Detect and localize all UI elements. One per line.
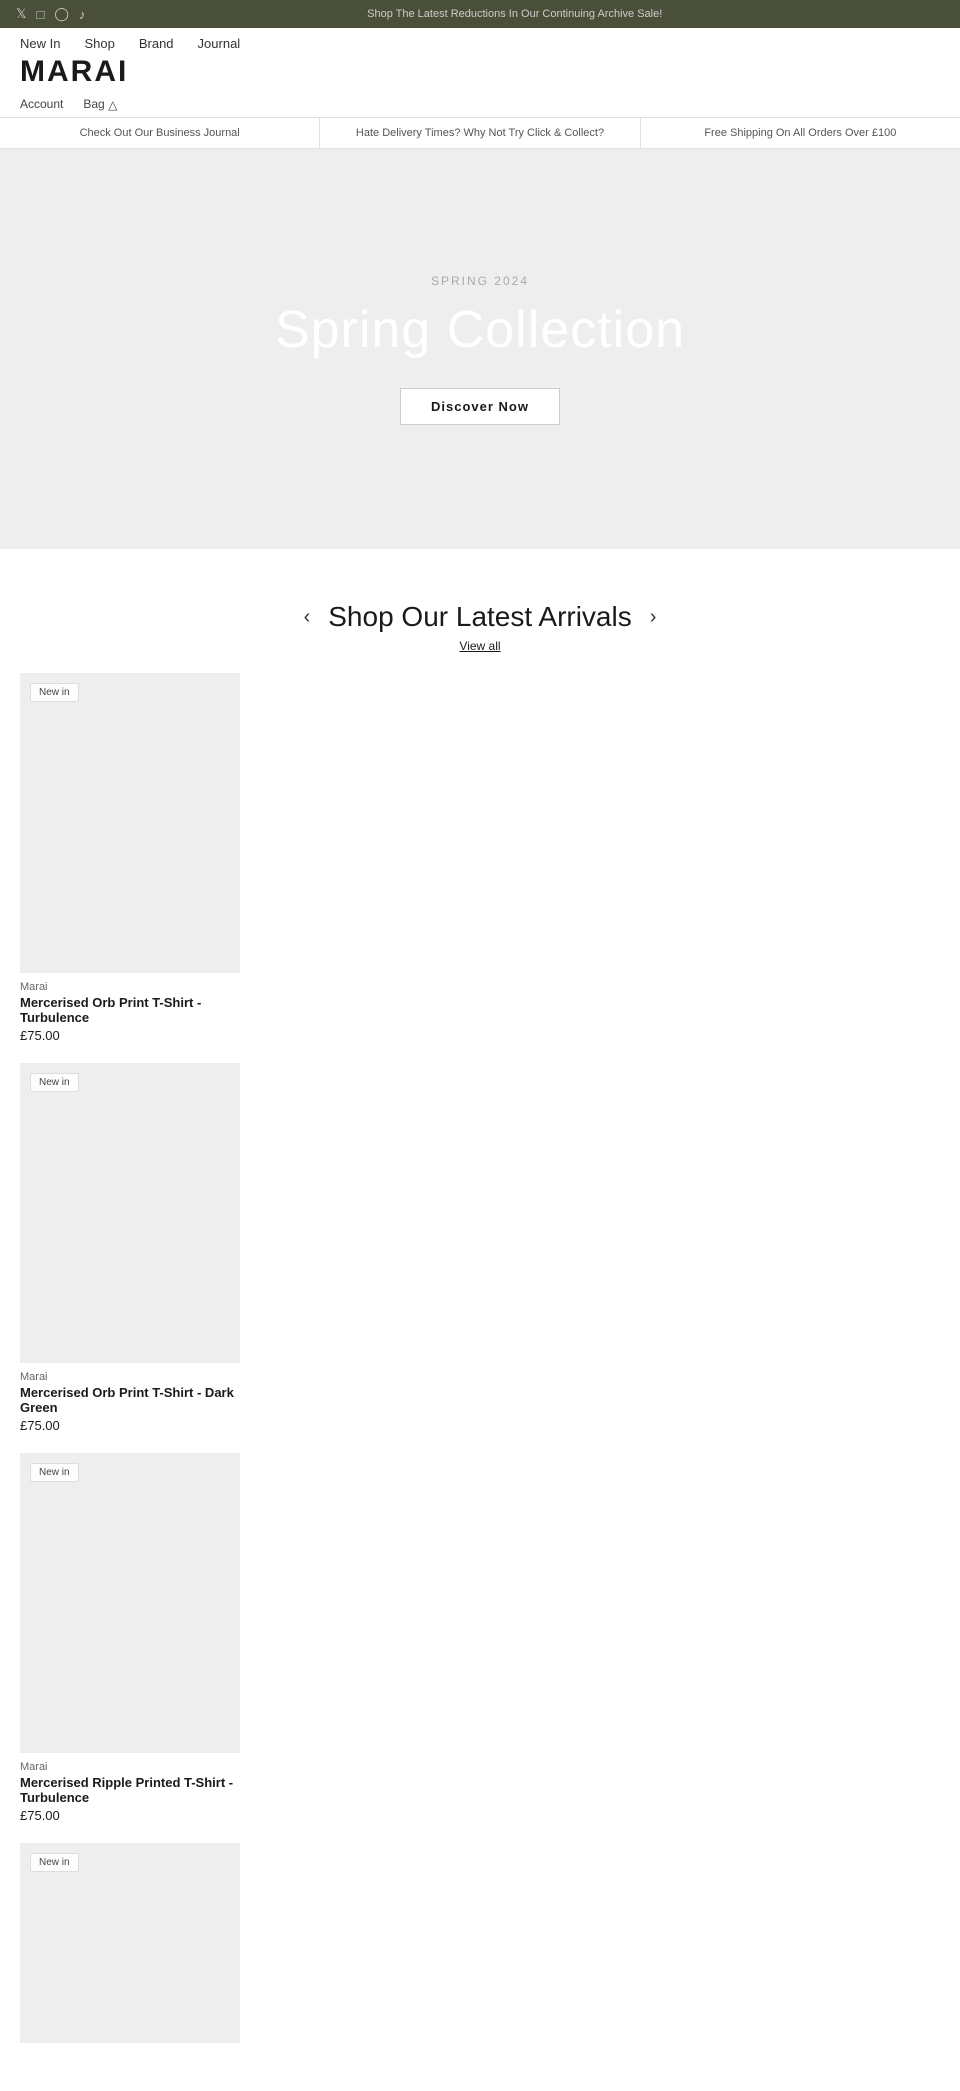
arrivals-next-button[interactable]: › [650,607,657,627]
facebook-icon[interactable]: □ [36,7,44,22]
product-name-1: Mercerised Orb Print T-Shirt - Dark Gree… [20,1385,240,1415]
logo[interactable]: MARAI [20,55,128,89]
info-bar-item-2[interactable]: Free Shipping On All Orders Over £100 [641,118,960,148]
product-price-1: £75.00 [20,1418,240,1433]
info-bar: Check Out Our Business Journal Hate Deli… [0,117,960,149]
bag-icon: △ [108,98,117,112]
view-all-link[interactable]: View all [16,639,944,653]
social-icons: 𝕏 □ ◯ ♪ [16,6,85,22]
account-link[interactable]: Account [20,97,63,111]
new-in-badge-2: New in [30,1463,79,1482]
product-name-0: Mercerised Orb Print T-Shirt - Turbulenc… [20,995,240,1025]
bag-label: Bag [83,97,104,111]
instagram-icon[interactable]: ◯ [54,6,69,22]
logo-row: MARAI [0,55,960,93]
top-bar: 𝕏 □ ◯ ♪ Shop The Latest Reductions In Ou… [0,0,960,28]
arrivals-section: ‹ Shop Our Latest Arrivals › View all Ne… [0,549,960,2091]
new-in-badge-0: New in [30,683,79,702]
arrivals-title: Shop Our Latest Arrivals [328,601,631,633]
info-bar-item-0[interactable]: Check Out Our Business Journal [0,118,320,148]
nav-top: New In Shop Brand Journal [0,28,960,55]
hero-subtitle: SPRING 2024 [431,274,529,288]
top-bar-message: Shop The Latest Reductions In Our Contin… [85,8,944,20]
product-card-0[interactable]: New in Marai Mercerised Orb Print T-Shir… [20,673,240,1043]
products-grid: New in Marai Mercerised Orb Print T-Shir… [16,673,944,2071]
arrivals-header: ‹ Shop Our Latest Arrivals › [16,601,944,633]
product-name-2: Mercerised Ripple Printed T-Shirt - Turb… [20,1775,240,1805]
product-image-1: New in [20,1063,240,1363]
nav-link-shop[interactable]: Shop [84,36,114,51]
arrivals-prev-button[interactable]: ‹ [304,607,311,627]
product-card-2[interactable]: New in Marai Mercerised Ripple Printed T… [20,1453,240,1823]
product-price-0: £75.00 [20,1028,240,1043]
product-image-3: New in [20,1843,240,2043]
nav-link-new-in[interactable]: New In [20,36,60,51]
product-image-2: New in [20,1453,240,1753]
new-in-badge-1: New in [30,1073,79,1092]
product-brand-2: Marai [20,1761,240,1773]
product-card-3[interactable]: New in [20,1843,240,2051]
nav-bottom: Account Bag △ [0,93,960,117]
hero-cta-button[interactable]: Discover Now [400,388,560,425]
nav-link-brand[interactable]: Brand [139,36,174,51]
product-card-1[interactable]: New in Marai Mercerised Orb Print T-Shir… [20,1063,240,1433]
hero-section: SPRING 2024 Spring Collection Discover N… [0,149,960,549]
product-image-0: New in [20,673,240,973]
new-in-badge-3: New in [30,1853,79,1872]
bag-link[interactable]: Bag △ [83,97,117,111]
hero-title: Spring Collection [275,300,685,360]
info-bar-item-1[interactable]: Hate Delivery Times? Why Not Try Click &… [320,118,640,148]
nav-link-journal[interactable]: Journal [198,36,241,51]
product-brand-1: Marai [20,1371,240,1383]
product-price-2: £75.00 [20,1808,240,1823]
twitter-icon[interactable]: 𝕏 [16,6,26,22]
product-brand-0: Marai [20,981,240,993]
